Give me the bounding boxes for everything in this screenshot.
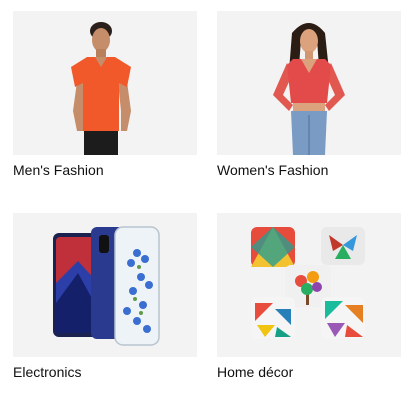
category-tile-mens-fashion[interactable]: Men's Fashion (13, 11, 197, 178)
category-tile-electronics[interactable]: Electronics (13, 213, 197, 380)
mens-fashion-image[interactable] (13, 11, 197, 155)
category-tile-womens-fashion[interactable]: Women's Fashion (217, 11, 401, 178)
electronics-image[interactable] (13, 213, 197, 357)
home-decor-image[interactable] (217, 213, 401, 357)
category-label[interactable]: Home décor (217, 364, 293, 380)
category-grid: Men's Fashion Women's Fashion Electronic… (0, 0, 412, 414)
category-tile-home-decor[interactable]: Home décor (217, 213, 401, 380)
womens-fashion-image[interactable] (217, 11, 401, 155)
category-label[interactable]: Men's Fashion (13, 162, 104, 178)
category-label[interactable]: Women's Fashion (217, 162, 328, 178)
category-label[interactable]: Electronics (13, 364, 81, 380)
